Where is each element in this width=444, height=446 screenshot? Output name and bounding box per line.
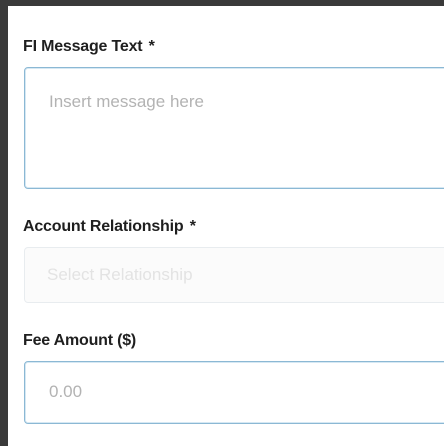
message-textarea[interactable]: Insert message here bbox=[24, 67, 444, 189]
relationship-select[interactable]: Select Relationship bbox=[24, 247, 444, 303]
relationship-label-text: Account Relationship bbox=[23, 218, 184, 235]
relationship-placeholder: Select Relationship bbox=[47, 265, 193, 284]
message-required-mark: * bbox=[148, 38, 155, 55]
relationship-label: Account Relationship * bbox=[23, 218, 196, 236]
fee-placeholder: 0.00 bbox=[49, 382, 83, 401]
message-label-text: FI Message Text bbox=[23, 38, 143, 55]
message-placeholder: Insert message here bbox=[49, 92, 204, 111]
form-panel: FI Message Text * Insert message here Ac… bbox=[8, 6, 444, 446]
fee-label: Fee Amount ($) bbox=[23, 332, 136, 350]
message-label: FI Message Text * bbox=[23, 38, 155, 56]
fee-label-text: Fee Amount ($) bbox=[23, 332, 137, 349]
fee-input[interactable]: 0.00 bbox=[24, 361, 444, 424]
relationship-required-mark: * bbox=[189, 218, 196, 235]
